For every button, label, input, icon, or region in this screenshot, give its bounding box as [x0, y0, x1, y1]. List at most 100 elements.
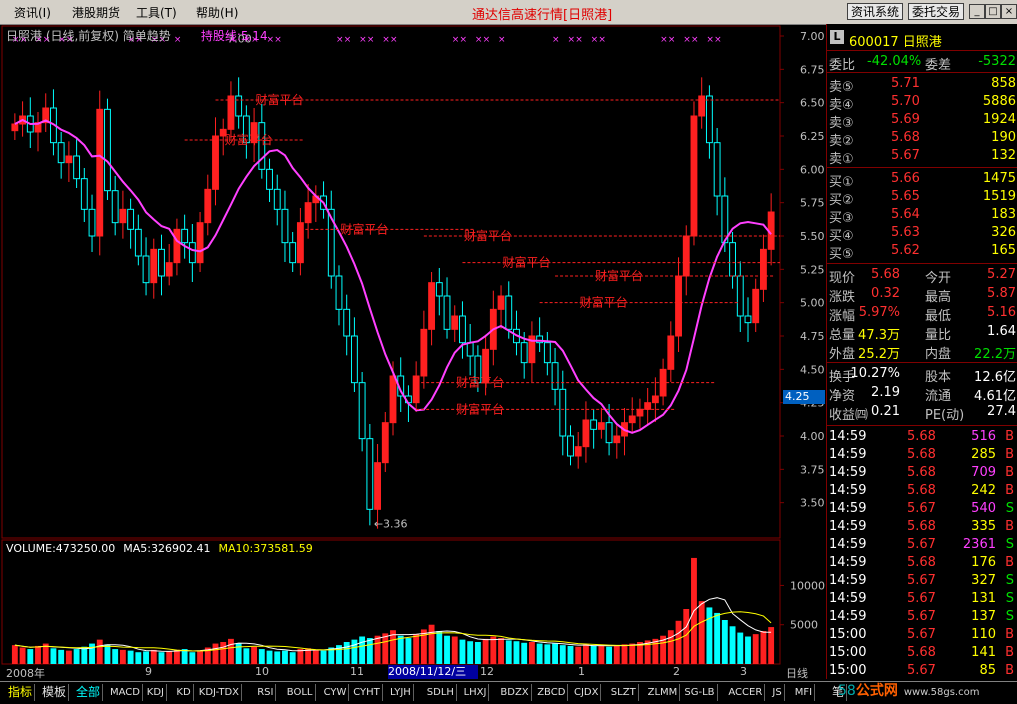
volume-bar: [382, 633, 389, 664]
volume-bar: [282, 650, 288, 664]
volume-bar: [228, 638, 234, 664]
signal-mark: ×: [683, 35, 691, 45]
tick-side: B: [1005, 627, 1014, 642]
candle-body: [412, 375, 420, 404]
stat-value: 5.16: [987, 305, 1016, 320]
ask-row: 卖② 5.68 190: [827, 129, 1017, 149]
menu-tools[interactable]: 工具(T): [136, 4, 177, 21]
maximize-icon[interactable]: □: [985, 4, 1001, 19]
volume-bar: [760, 631, 767, 664]
volume-bar: [312, 649, 319, 664]
bid-volume: 326: [991, 225, 1016, 240]
bid-volume: 1519: [982, 189, 1016, 204]
tab-accer[interactable]: ACCER: [726, 684, 766, 701]
menu-help[interactable]: 帮助(H): [196, 4, 238, 21]
signal-mark: ×: [359, 35, 367, 45]
candle-body: [304, 202, 312, 224]
tab-rsi[interactable]: RSI: [255, 684, 277, 701]
tick-time: 15:00: [829, 645, 867, 660]
candle-body: [381, 422, 389, 464]
tab-lyjh[interactable]: LYJH: [388, 684, 414, 701]
platform-label: 财富平台: [595, 268, 643, 283]
tick-row: 14:59 5.67 327 S: [827, 572, 1017, 590]
tab-macd[interactable]: MACD: [108, 684, 143, 701]
tab-cyht[interactable]: CYHT: [351, 684, 383, 701]
candle-body: [358, 382, 366, 440]
tab-全部[interactable]: 全部: [74, 684, 104, 701]
period-label[interactable]: 日线: [786, 665, 808, 681]
stat-label: 净资: [829, 389, 856, 404]
tab-kdj-tdx[interactable]: KDJ-TDX: [197, 684, 242, 701]
tab-lhxj[interactable]: LHXJ: [462, 684, 490, 701]
ask-volume: 5886: [982, 94, 1016, 109]
platform-label: 财富平台: [456, 401, 504, 416]
x-axis-label-10: 10: [255, 665, 269, 678]
price-panel-frame: [1, 25, 781, 539]
tick-price: 5.67: [907, 537, 936, 552]
tick-side: B: [1005, 429, 1014, 444]
volume-bar: [181, 649, 188, 664]
tab-指标[interactable]: 指标: [6, 684, 36, 701]
tab-boll[interactable]: BOLL: [285, 684, 316, 701]
candle-body: [65, 155, 73, 164]
minimize-icon[interactable]: _: [969, 4, 985, 19]
candle-body: [266, 168, 273, 190]
close-icon[interactable]: ×: [1001, 4, 1017, 19]
kline-chart[interactable]: 7.00 6.75 6.50 6.25 6.00 5.75 5.50 5.25 5.00 4.75…: [0, 24, 826, 681]
tab-sdlh[interactable]: SDLH: [425, 684, 457, 701]
volume-bar: [58, 649, 65, 664]
volume-bar: [544, 644, 551, 664]
bid-price: 5.62: [891, 243, 920, 258]
volume-bar: [459, 639, 466, 664]
x-axis-label-year: 2008年: [6, 667, 45, 680]
volume-bar: [166, 651, 173, 664]
candle-body: [374, 462, 381, 510]
tick-price: 5.68: [907, 465, 936, 480]
volume-bar: [127, 650, 134, 664]
candle-body: [343, 308, 351, 337]
volume-bar: [143, 651, 149, 664]
tab-sg-lb[interactable]: SG-LB: [682, 684, 718, 701]
tab-模板[interactable]: 模板: [40, 684, 70, 701]
platform-label: 财富平台: [340, 221, 388, 236]
menu-info[interactable]: 资讯(I): [14, 4, 51, 21]
tab-bdzx[interactable]: BDZX: [498, 684, 532, 701]
volume-bar: [266, 650, 273, 664]
tick-row: 14:59 5.68 709 B: [827, 464, 1017, 482]
tab-cjdx[interactable]: CJDX: [572, 684, 602, 701]
tab-zbcd[interactable]: ZBCD: [535, 684, 569, 701]
stat-label: 总量: [829, 328, 856, 343]
candle-body: [11, 123, 19, 132]
low-price-label: ←3.36: [374, 517, 408, 530]
menu-hk-futures[interactable]: 港股期货: [72, 4, 120, 21]
tab-kdj[interactable]: KDJ: [145, 684, 168, 701]
tick-side: B: [1005, 483, 1014, 498]
info-system-button[interactable]: 资讯系统: [847, 3, 904, 20]
tab-kd[interactable]: KD: [174, 684, 194, 701]
candle-body: [127, 208, 135, 230]
tab-js[interactable]: JS: [770, 684, 785, 701]
tab-cyw[interactable]: CYW: [322, 684, 350, 701]
tab-zlmm[interactable]: ZLMM: [646, 684, 681, 701]
tick-price: 5.68: [907, 429, 936, 444]
signal-mark: ×: [382, 35, 390, 45]
candle-body: [582, 419, 590, 448]
tick-side: S: [1005, 591, 1014, 606]
tab-slzt[interactable]: SLZT: [609, 684, 639, 701]
volume-bar: [65, 650, 72, 664]
candle-body: [651, 395, 659, 404]
stat-value: 4.61亿: [974, 389, 1016, 404]
candle-body: [520, 342, 528, 364]
volume-bar: [528, 642, 535, 664]
candle-body: [142, 255, 150, 284]
tab-mfi[interactable]: MFI: [793, 684, 816, 701]
stat-value: 25.2万: [858, 347, 900, 362]
volume-bar: [474, 642, 481, 664]
app-title: 通达信高速行情[日照港]: [472, 8, 613, 23]
candle-body: [443, 295, 451, 330]
candle-body: [289, 242, 297, 264]
trade-button[interactable]: 委托交易: [908, 3, 965, 20]
signal-mark: ×: [552, 35, 560, 45]
y-tick-label: 5.00: [800, 297, 825, 310]
signal-mark: ×: [660, 35, 668, 45]
